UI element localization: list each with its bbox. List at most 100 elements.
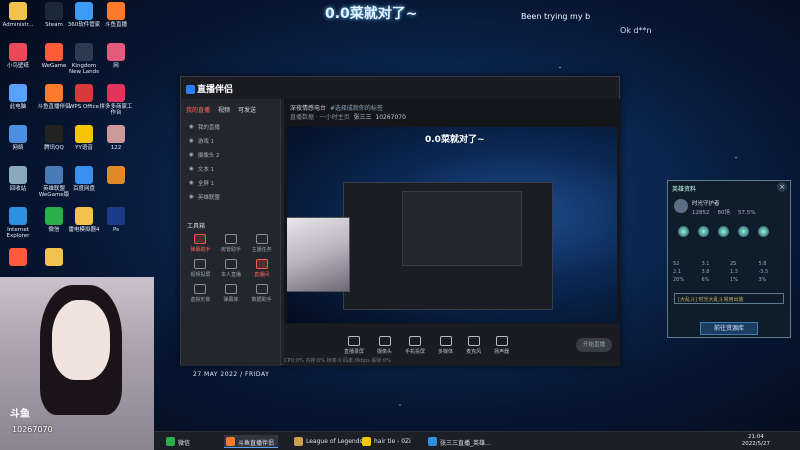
desktop-icon[interactable]: Kingdom New Lands (67, 43, 101, 75)
desktop-icon[interactable] (37, 248, 71, 268)
desktop-icon[interactable]: Ps (99, 207, 133, 233)
eye-icon[interactable]: ◉ (189, 124, 194, 130)
desktop-icon[interactable]: 回收站 (1, 166, 35, 192)
hero-stat-value: 3.8 (701, 269, 710, 275)
control-button[interactable]: 多媒体 (438, 335, 453, 355)
app-header: 直播伴侣 (181, 77, 619, 99)
control-label: 摄像头 (377, 348, 393, 355)
control-button[interactable]: 手机投屏 (405, 335, 425, 355)
desktop-icon[interactable]: 斗鱼直播 (99, 2, 133, 28)
tool-button[interactable]: 主播任务 (246, 234, 277, 253)
scene-item[interactable]: ◉ 我的直播 (181, 120, 280, 134)
desktop-icon[interactable]: Steam (37, 2, 71, 28)
desktop-icon[interactable] (1, 248, 35, 268)
app-icon (45, 43, 63, 61)
resource-library-button[interactable]: 前往资源库 (700, 322, 758, 335)
webcam-preview-source (287, 217, 350, 292)
scene-item[interactable]: ◉ 文本 1 (181, 162, 280, 176)
sidebar-tab[interactable]: 视频 (218, 105, 230, 114)
scene-item[interactable]: ◉ 摄像头 2 (181, 148, 280, 162)
tool-grid: 弹幕助手 房管助手 主播任务视频投屏 本人直播 直播间虚拟形象 弹幕库 数据助手 (185, 234, 277, 303)
desktop-icon[interactable]: 拼多多商家工作台 (99, 84, 133, 116)
app-icon (9, 207, 27, 225)
room-name: 张三三 (353, 114, 372, 121)
desktop-icon[interactable] (99, 166, 133, 186)
app-icon (107, 125, 125, 143)
desktop-icon[interactable]: WPS Office (67, 84, 101, 110)
scene-item[interactable]: ◉ 英雄联盟 (181, 190, 280, 204)
desktop-icon[interactable]: 网络 (1, 125, 35, 151)
desktop-icon[interactable]: WeGame (37, 43, 71, 69)
control-icon (348, 335, 360, 346)
taskbar-item[interactable]: 张三三直播_英雄... (426, 435, 495, 448)
taskbar-item[interactable]: League of Legends (292, 435, 367, 448)
tool-button[interactable]: 房管助手 (216, 234, 247, 253)
scene-item[interactable]: ◉ 游戏 1 (181, 134, 280, 148)
eye-icon[interactable]: ◉ (189, 166, 194, 172)
close-icon[interactable]: × (777, 182, 787, 192)
desktop-icon[interactable]: Administr... (1, 2, 35, 28)
desktop-icon[interactable]: 斗鱼直播伴侣 (37, 84, 71, 110)
desktop-icon[interactable]: 微信 (37, 207, 71, 233)
taskbar-item[interactable]: hair tie - 0Zi (360, 435, 415, 448)
app-icon (9, 125, 27, 143)
desktop-icon[interactable]: 腾讯QQ (37, 125, 71, 151)
hero-stats: 12852 80场 57.5% (692, 210, 756, 216)
control-button[interactable]: 扬声器 (494, 335, 510, 355)
build-select[interactable]: [大乱斗] 时光大乱斗常用出装 (674, 293, 784, 304)
tool-button[interactable]: 本人直播 (216, 259, 247, 278)
desktop-icon[interactable]: 网 (99, 43, 133, 69)
tool-icon (224, 259, 237, 269)
rune-icon (758, 226, 769, 237)
desktop-icon-label: 腾讯QQ (44, 145, 64, 151)
desktop-icon-label: Kingdom New Lands (68, 63, 100, 75)
desktop-icon[interactable]: 小鸟壁纸 (1, 43, 35, 69)
champion-avatar (674, 199, 688, 213)
canvas-title: 0.0菜就对了~ (425, 135, 485, 145)
stream-meta: 直播数据 · 一小时主页 (290, 114, 350, 121)
control-label: 麦克风 (466, 348, 482, 355)
scene-item[interactable]: ◉ 全屏 1 (181, 176, 280, 190)
control-icon (439, 335, 452, 346)
control-label: 扬声器 (494, 348, 510, 355)
control-button[interactable]: 麦克风 (466, 335, 482, 355)
app-icon (45, 207, 63, 225)
tool-button[interactable]: 弹幕助手 (185, 234, 216, 253)
desktop-icon[interactable]: 百度网盘 (67, 166, 101, 192)
taskbar-item[interactable]: 微信 (164, 435, 194, 448)
desktop-icon[interactable]: 此电脑 (1, 84, 35, 110)
stream-tag[interactable]: #选择成就你的标签 (330, 105, 383, 112)
eye-icon[interactable]: ◉ (189, 180, 194, 186)
tool-icon (194, 259, 207, 269)
stream-title[interactable]: 深夜情感电台 (290, 105, 326, 112)
sidebar-tab[interactable]: 我的直播 (186, 105, 210, 114)
sidebar-tab[interactable]: 可发送 (238, 105, 256, 114)
tool-button[interactable]: 数据助手 (246, 284, 277, 303)
tool-button[interactable]: 直播间 (246, 259, 277, 278)
scene-label: 英雄联盟 (197, 195, 220, 201)
rune-icon (698, 226, 709, 237)
tool-button[interactable]: 视频投屏 (185, 259, 216, 278)
desktop-icon[interactable]: 360软件管家 (67, 2, 101, 28)
eye-icon[interactable]: ◉ (189, 138, 194, 144)
control-button[interactable]: 摄像头 (377, 335, 393, 355)
tools-label: 工具箱 (187, 223, 206, 230)
control-button[interactable]: 直播录屏 (344, 335, 364, 355)
desktop-icon[interactable]: Internet Explorer (1, 207, 35, 239)
scene-label: 摄像头 2 (197, 153, 220, 159)
desktop-icon[interactable]: 雷电模拟器4 (67, 207, 101, 233)
taskbar-item[interactable]: 斗鱼直播伴侣 (224, 435, 279, 448)
app-icon (107, 207, 125, 225)
hero-stat-value: 3.1 (701, 261, 710, 267)
desktop-icon[interactable]: 英雄联盟WeGame版 (37, 166, 71, 198)
eye-icon[interactable]: ◉ (189, 194, 194, 200)
tool-button[interactable]: 弹幕库 (216, 284, 247, 303)
desktop-icon[interactable]: 122 (99, 125, 133, 151)
taskbar-clock[interactable]: 21:04 2022/5/27 (742, 434, 770, 448)
preview-canvas[interactable]: 0.0菜就对了~ (287, 127, 617, 323)
start-stream-button[interactable]: 开始直播 (576, 338, 612, 352)
tool-button[interactable]: 虚拟形象 (185, 284, 216, 303)
overlay-title: 0.0菜就对了~ (325, 6, 418, 22)
eye-icon[interactable]: ◉ (189, 152, 194, 158)
desktop-icon[interactable]: YY语音 (67, 125, 101, 151)
